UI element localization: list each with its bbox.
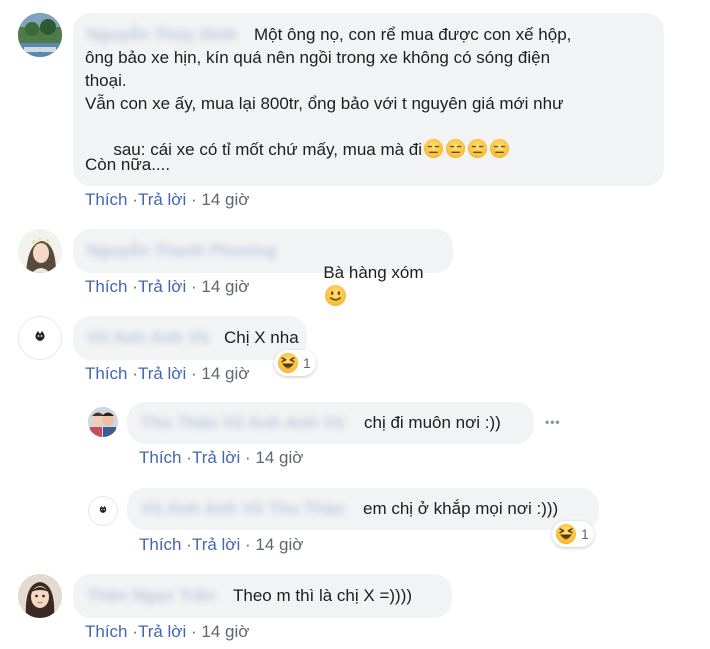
like-link[interactable]: Thích xyxy=(85,364,128,383)
girl-avatar-icon[interactable] xyxy=(18,229,62,273)
comment-text-line: Vẫn con xe ấy, mua lại 800tr, ổng bảo vớ… xyxy=(85,94,564,113)
separator: · xyxy=(190,364,197,383)
expressionless-face-icon xyxy=(445,138,466,159)
cat-avatar-icon[interactable] xyxy=(18,316,62,360)
cat-avatar-icon[interactable] xyxy=(88,496,118,526)
timestamp-link[interactable]: 14 giờ xyxy=(201,190,249,209)
timestamp-link[interactable]: 14 giờ xyxy=(255,535,303,554)
reply-link[interactable]: Trả lời xyxy=(138,190,186,209)
separator: · xyxy=(190,277,197,296)
comment-actions: Thích ·Trả lời · 14 giờ xyxy=(85,276,249,298)
comment-text-with-emoji: Bà hàng xóm xyxy=(295,240,424,330)
reply-link[interactable]: Trả lời xyxy=(192,448,240,467)
comment-author[interactable]: Vũ Anh Anh Vũ Thu Thảo xyxy=(141,498,345,520)
timestamp-link[interactable]: 14 giờ xyxy=(201,277,249,296)
reaction-badge[interactable]: 1 xyxy=(552,521,594,547)
separator: · xyxy=(244,448,251,467)
haha-reaction-icon xyxy=(555,523,577,545)
like-link[interactable]: Thích xyxy=(85,277,128,296)
comment-bubble: Nguyễn Thanh Phương Bà hàng xóm xyxy=(73,229,453,273)
slightly-smiling-face-icon xyxy=(324,284,347,307)
comment-author[interactable]: Thu Thảo Vũ Anh Anh Vũ xyxy=(141,412,345,434)
reply-link[interactable]: Trả lời xyxy=(192,535,240,554)
reply-link[interactable]: Trả lời xyxy=(138,622,186,641)
reaction-count: 1 xyxy=(581,526,589,542)
comment-bubble: Thảo Ngọc Trần Theo m thì là chị X =)))) xyxy=(73,574,452,618)
expressionless-face-icon xyxy=(423,138,444,159)
expressionless-face-icon xyxy=(489,138,510,159)
couple-avatar-icon[interactable] xyxy=(88,407,118,437)
timestamp-link[interactable]: 14 giờ xyxy=(201,622,249,641)
separator: · xyxy=(244,535,251,554)
comment-text: Theo m thì là chị X =)))) xyxy=(233,586,413,605)
woman-avatar-icon[interactable] xyxy=(18,574,62,618)
like-link[interactable]: Thích xyxy=(85,190,128,209)
like-link[interactable]: Thích xyxy=(85,622,128,641)
separator: · xyxy=(190,190,197,209)
reply-bubble: Thu Thảo Vũ Anh Anh Vũ chị đi muôn nơi :… xyxy=(127,402,534,444)
more-options-icon[interactable]: ••• xyxy=(545,415,561,429)
timestamp-link[interactable]: 14 giờ xyxy=(255,448,303,467)
reply-link[interactable]: Trả lời xyxy=(138,364,186,383)
like-link[interactable]: Thích xyxy=(139,535,182,554)
comment-bubble: Nguyễn Thủy Dinh Một ông nọ, con rể mua … xyxy=(73,13,664,186)
separator: · xyxy=(190,622,197,641)
comment-text: chị đi muôn nơi :)) xyxy=(364,413,501,432)
comment-bubble: Vũ Anh Anh Vũ Chị X nha xyxy=(73,316,307,360)
comment-text: Chị X nha xyxy=(224,328,299,347)
comment-text-line: ông bảo xe hịn, kín quá nên ngồi trong x… xyxy=(85,48,551,67)
comment-actions: Thích ·Trả lời · 14 giờ xyxy=(139,447,303,469)
expressionless-face-icon xyxy=(467,138,488,159)
reply-link[interactable]: Trả lời xyxy=(138,277,186,296)
comment-text: Bà hàng xóm xyxy=(323,263,424,282)
comment-text-line: Một ông nọ, con rể mua được con xế hộp, xyxy=(254,25,572,44)
comment-author[interactable]: Vũ Anh Anh Vũ xyxy=(87,327,209,349)
comment-text-line: thoại. xyxy=(85,71,127,90)
timestamp-link[interactable]: 14 giờ xyxy=(201,364,249,383)
haha-reaction-icon xyxy=(277,352,299,374)
comment-actions: Thích ·Trả lời · 14 giờ xyxy=(139,534,303,556)
scenery-avatar-icon[interactable] xyxy=(18,13,62,57)
reaction-count: 1 xyxy=(303,355,311,371)
comment-text: em chị ở khắp mọi nơi :))) xyxy=(363,499,559,518)
reply-bubble: Vũ Anh Anh Vũ Thu Thảo em chị ở khắp mọi… xyxy=(127,488,599,530)
comment-author[interactable]: Nguyễn Thủy Dinh xyxy=(87,24,237,46)
comment-actions: Thích ·Trả lời · 14 giờ xyxy=(85,189,249,211)
comment-actions: Thích ·Trả lời · 14 giờ xyxy=(85,621,249,643)
reaction-badge[interactable]: 1 xyxy=(274,350,316,376)
comment-author[interactable]: Nguyễn Thanh Phương xyxy=(87,240,277,262)
comment-text-more: Còn nữa.... xyxy=(85,155,171,174)
comment-author[interactable]: Thảo Ngọc Trần xyxy=(87,585,215,607)
like-link[interactable]: Thích xyxy=(139,448,182,467)
comment-actions: Thích ·Trả lời · 14 giờ xyxy=(85,363,249,385)
